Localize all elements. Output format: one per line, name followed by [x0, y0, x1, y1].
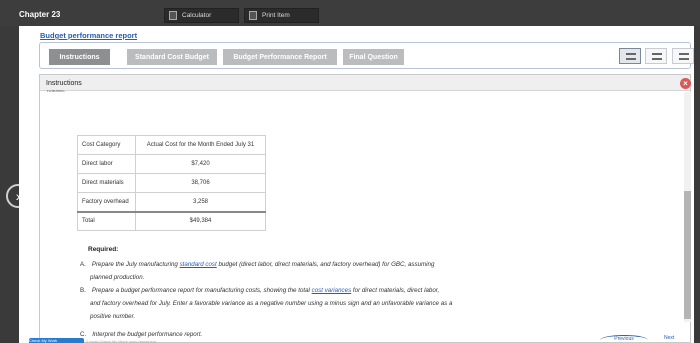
view-layout-2-button[interactable]: [645, 48, 667, 64]
question-text: Interpret the budget performance report.: [92, 331, 203, 338]
actual-cost-cell: $49,384: [135, 210, 266, 231]
tab-bar: Instructions Standard Cost Budget Budget…: [39, 42, 694, 69]
cost-category-cell: Factory overhead: [77, 192, 136, 212]
next-button[interactable]: Next: [664, 335, 694, 343]
column-header: Actual Cost for the Month Ended July 31: [135, 135, 266, 155]
tab-budget-performance-report[interactable]: Budget Performance Report: [223, 49, 337, 65]
question-a: A. Prepare the July manufacturing standar…: [80, 258, 500, 284]
cost-category-cell: Total: [77, 210, 136, 231]
print-item-button[interactable]: Print Item: [244, 8, 319, 23]
question-text: budget (direct labor, direct materials, …: [216, 261, 435, 268]
view-layout-3-button[interactable]: [672, 48, 694, 64]
actual-cost-cell: $7,420: [135, 154, 266, 174]
glossary-link-standard-cost[interactable]: standard cost: [180, 261, 217, 268]
page-title[interactable]: Budget performance report: [40, 31, 137, 40]
question-text: Prepare a budget performance report for …: [91, 287, 312, 294]
question-text-continued: planned production.: [90, 274, 145, 281]
question-letter: A.: [80, 261, 86, 268]
instructions-label: Instructions: [46, 80, 82, 87]
check-my-work-button[interactable]: Check My Work: [29, 338, 84, 343]
tab-instructions[interactable]: Instructions: [49, 49, 110, 65]
top-bar: Chapter 23 Calculator Print Item: [0, 0, 700, 26]
actual-cost-cell: 38,706: [135, 173, 266, 193]
view-layout-1-button[interactable]: [619, 48, 641, 64]
print-icon: [249, 11, 257, 20]
table-row: Factory overhead 3,258: [77, 192, 266, 212]
tab-standard-cost-budget[interactable]: Standard Cost Budget: [127, 49, 217, 65]
instructions-panel: Instructions × follows: Cost Category Ac…: [39, 74, 691, 343]
question-text-continued: and factory overhead for July. Enter a f…: [90, 300, 453, 307]
question-text: for direct materials, direct labor,: [351, 287, 440, 294]
table-row: Direct materials 38,706: [77, 173, 266, 193]
question-text: Prepare the July manufacturing: [91, 261, 180, 268]
required-heading: Required:: [88, 246, 119, 253]
table-header-row: Cost Category Actual Cost for the Month …: [77, 135, 266, 155]
previous-button[interactable]: Previous: [600, 335, 648, 343]
question-b: B. Prepare a budget performance report fo…: [80, 284, 520, 323]
table-total-row: Total $49,384: [77, 210, 266, 231]
calculator-icon: [169, 11, 177, 20]
instructions-header: Instructions ×: [40, 75, 691, 91]
actual-cost-table: Cost Category Actual Cost for the Month …: [77, 135, 266, 231]
actual-cost-cell: 3,258: [135, 192, 266, 212]
layout-icon: [626, 53, 636, 60]
check-remaining-text: 2 more Check My Work uses remaining: [86, 339, 156, 343]
question-letter: B.: [80, 287, 86, 294]
layout-icon: [679, 53, 689, 60]
question-letter: C.: [80, 331, 87, 338]
question-text-continued: positive number.: [90, 313, 136, 320]
cut-off-text: follows:: [47, 90, 66, 94]
layout-icon: [652, 53, 662, 60]
main-panel: Budget performance report Instructions S…: [19, 26, 694, 343]
calculator-label: Calculator: [182, 12, 212, 19]
close-icon[interactable]: ×: [680, 78, 691, 89]
cost-category-cell: Direct materials: [77, 173, 136, 193]
table-row: Direct labor $7,420: [77, 154, 266, 174]
chapter-title: Chapter 23: [19, 10, 61, 19]
cost-category-cell: Direct labor: [77, 154, 136, 174]
column-header: Cost Category: [77, 135, 136, 155]
calculator-button[interactable]: Calculator: [164, 8, 239, 23]
glossary-link-cost-variances[interactable]: cost variances: [312, 287, 352, 294]
scrollbar-thumb[interactable]: [684, 191, 691, 319]
print-label: Print Item: [262, 12, 290, 19]
tab-final-question[interactable]: Final Question: [343, 49, 404, 65]
